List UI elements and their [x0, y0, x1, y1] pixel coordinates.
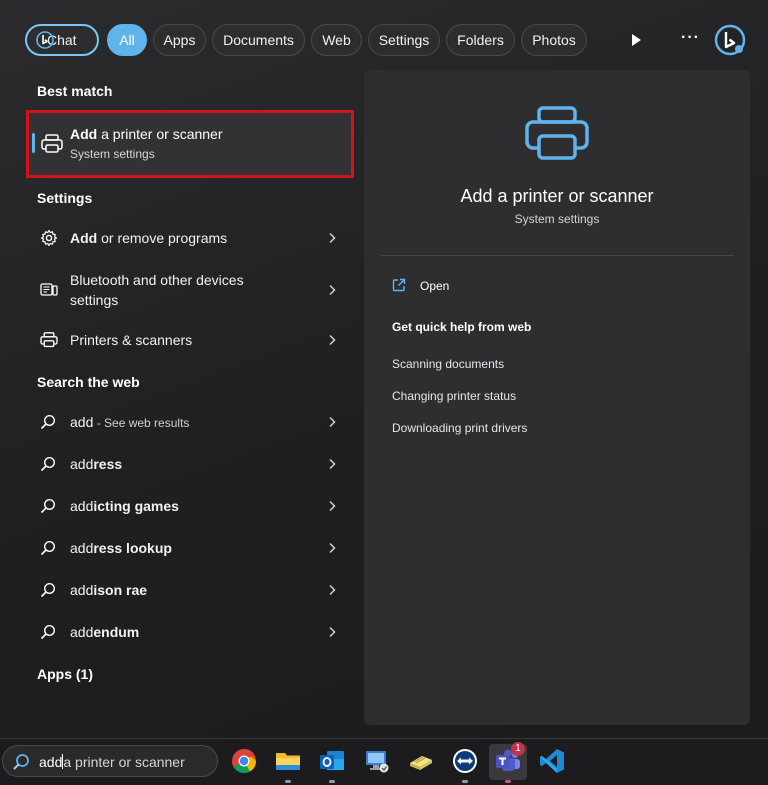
- chevron-right-icon: [329, 458, 336, 470]
- web-result-suffix: icting games: [93, 498, 179, 514]
- preview-title: Add a printer or scanner: [460, 186, 654, 206]
- best-match-title-rest: a printer or scanner: [97, 126, 223, 142]
- help-link-printer-status[interactable]: Changing printer status: [392, 389, 516, 403]
- chevron-right-icon: [329, 626, 336, 638]
- filter-photos[interactable]: Photos: [521, 24, 587, 56]
- web-result-suffix: endum: [93, 624, 140, 640]
- chevron-right-icon: [329, 232, 336, 244]
- search-icon: [40, 456, 56, 472]
- web-result-prefix: add: [70, 582, 94, 598]
- chevron-right-icon: [329, 416, 336, 428]
- help-heading: Get quick help from web: [392, 320, 532, 334]
- settings-item-add-remove-programs[interactable]: Add or remove programs: [26, 219, 352, 257]
- search-icon: [40, 624, 56, 640]
- play-icon[interactable]: [628, 32, 644, 48]
- web-result-item[interactable]: addicting games: [26, 487, 352, 525]
- web-result-prefix: add: [70, 414, 94, 430]
- web-result-suffix: - See web results: [93, 416, 190, 430]
- printer-icon: [525, 106, 589, 160]
- web-result-item[interactable]: address lookup: [26, 529, 352, 567]
- taskbar-search-box[interactable]: adda printer or scanner: [2, 745, 218, 777]
- settings-heading: Settings: [37, 190, 93, 206]
- filter-web[interactable]: Web: [311, 24, 362, 56]
- web-result-prefix: add: [70, 498, 94, 514]
- apps-heading[interactable]: Apps (1): [37, 666, 93, 682]
- notification-badge: 1: [511, 742, 525, 756]
- chevron-right-icon: [329, 284, 336, 296]
- taskbar: adda printer or scanner 1: [0, 739, 768, 785]
- divider: [380, 255, 734, 256]
- more-options-icon[interactable]: ···: [681, 29, 700, 47]
- best-match-subtitle: System settings: [70, 147, 155, 161]
- search-web-heading: Search the web: [37, 374, 140, 390]
- search-icon: [40, 582, 56, 598]
- printer-icon: [41, 134, 63, 153]
- vscode-icon[interactable]: [539, 748, 565, 774]
- open-label: Open: [420, 279, 450, 293]
- settings-item-label: Printers & scanners: [70, 332, 193, 348]
- web-result-prefix: add: [70, 456, 94, 472]
- chrome-icon[interactable]: [231, 748, 257, 774]
- open-external-icon: [392, 278, 406, 292]
- teamviewer-icon[interactable]: [452, 748, 478, 774]
- open-action[interactable]: Open: [392, 277, 592, 297]
- search-icon: [40, 498, 56, 514]
- chevron-right-icon: [329, 334, 336, 346]
- settings-item-bluetooth-devices[interactable]: Bluetooth and other devices settings: [26, 268, 352, 312]
- running-indicator: [329, 780, 335, 783]
- gear-icon: [40, 229, 58, 247]
- web-result-suffix: ress lookup: [93, 540, 172, 556]
- printer-icon: [40, 332, 58, 348]
- file-explorer-icon[interactable]: [275, 748, 301, 774]
- settings-item-bold: Add: [70, 230, 98, 246]
- chevron-right-icon: [329, 500, 336, 512]
- preview-pane: Add a printer or scanner System settings…: [364, 70, 750, 725]
- bing-icon: [36, 31, 54, 49]
- search-icon: [40, 540, 56, 556]
- filter-apps[interactable]: Apps: [153, 24, 206, 56]
- running-indicator: [462, 780, 468, 783]
- help-link-print-drivers[interactable]: Downloading print drivers: [392, 421, 527, 435]
- settings-item-line2: settings: [70, 292, 119, 308]
- web-result-prefix: add: [70, 540, 94, 556]
- web-result-item[interactable]: addendum: [26, 613, 352, 651]
- web-result-item[interactable]: address: [26, 445, 352, 483]
- filter-all[interactable]: All: [107, 24, 147, 56]
- filter-chat[interactable]: Chat: [25, 24, 99, 56]
- web-result-item[interactable]: add - See web results: [26, 403, 352, 441]
- best-match-result[interactable]: Add a printer or scanner System settings: [26, 110, 354, 178]
- notes-icon[interactable]: [408, 748, 434, 774]
- bing-icon[interactable]: [714, 24, 746, 56]
- devices-icon: [40, 283, 58, 296]
- filter-folders[interactable]: Folders: [446, 24, 515, 56]
- help-link-scanning[interactable]: Scanning documents: [392, 357, 504, 371]
- filter-settings[interactable]: Settings: [368, 24, 440, 56]
- chevron-right-icon: [329, 542, 336, 554]
- web-result-suffix: ress: [93, 456, 123, 472]
- preview-subtitle: System settings: [514, 212, 600, 226]
- running-indicator: [285, 780, 291, 783]
- search-icon: [40, 414, 56, 430]
- running-indicator: [505, 780, 511, 783]
- web-result-item[interactable]: addison rae: [26, 571, 352, 609]
- best-match-title-bold: Add: [70, 126, 98, 142]
- search-icon: [13, 754, 29, 770]
- search-query-typed: add: [39, 754, 63, 770]
- outlook-icon[interactable]: [319, 748, 345, 774]
- filter-documents[interactable]: Documents: [212, 24, 305, 56]
- start-search-panel: Chat All Apps Documents Web Settings Fol…: [0, 0, 768, 739]
- search-query-suggestion: a printer or scanner: [63, 754, 185, 770]
- best-match-heading: Best match: [37, 83, 113, 99]
- settings-item-printers-scanners[interactable]: Printers & scanners: [26, 321, 352, 359]
- remote-desktop-icon[interactable]: [364, 748, 390, 774]
- settings-item-line1: Bluetooth and other devices: [70, 272, 244, 288]
- web-result-prefix: add: [70, 624, 94, 640]
- settings-item-rest: or remove programs: [97, 230, 228, 246]
- selection-indicator: [32, 133, 35, 153]
- web-result-suffix: ison rae: [93, 582, 148, 598]
- chevron-right-icon: [329, 584, 336, 596]
